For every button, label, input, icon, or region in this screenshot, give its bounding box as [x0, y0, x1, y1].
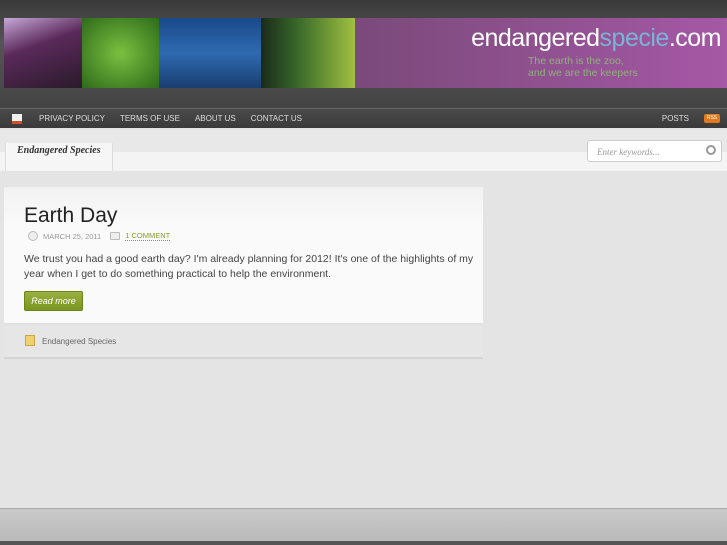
search-input[interactable]: Enter keywords... — [587, 140, 722, 162]
header: endangeredspecie.com The earth is the zo… — [0, 0, 727, 108]
post-title[interactable]: Earth Day — [24, 204, 117, 228]
post-footer: Endangered Species — [4, 326, 483, 359]
read-more-button[interactable]: Read more — [24, 291, 83, 311]
clock-icon — [28, 231, 38, 241]
rss-icon[interactable]: RSS — [704, 114, 720, 123]
nav-posts[interactable]: POSTS — [662, 114, 689, 123]
post-meta: MARCH 25, 2011 1 COMMENT — [28, 231, 171, 241]
nav-privacy-policy[interactable]: PRIVACY POLICY — [39, 114, 105, 123]
cassowary-image — [261, 18, 355, 88]
folder-icon — [25, 335, 35, 346]
page-footer — [0, 508, 727, 545]
nav-contact-us[interactable]: CONTACT US — [251, 114, 302, 123]
banner[interactable]: endangeredspecie.com The earth is the zo… — [4, 18, 727, 88]
tab-endangered-species[interactable]: Endangered Species — [5, 143, 113, 171]
search-icon[interactable] — [706, 145, 716, 155]
post-excerpt: We trust you had a good earth day? I'm a… — [24, 253, 474, 280]
nav-about-us[interactable]: ABOUT US — [195, 114, 236, 123]
site-logo[interactable]: endangeredspecie.com — [471, 24, 721, 53]
home-icon[interactable] — [12, 113, 22, 124]
post-card: Earth Day MARCH 25, 2011 1 COMMENT We tr… — [4, 187, 483, 324]
sub-bar: Endangered Species Enter keywords... — [0, 130, 727, 171]
comments-link[interactable]: 1 COMMENT — [125, 231, 171, 241]
comment-icon — [110, 232, 121, 240]
forest-image — [82, 18, 159, 88]
category-link[interactable]: Endangered Species — [42, 337, 116, 346]
brand-area: endangeredspecie.com The earth is the zo… — [355, 18, 727, 88]
nav-terms-of-use[interactable]: TERMS OF USE — [120, 114, 180, 123]
tagline: The earth is the zoo, and we are the keep… — [528, 55, 638, 79]
post-date: MARCH 25, 2011 — [43, 231, 102, 241]
main-nav: PRIVACY POLICY TERMS OF USE ABOUT US CON… — [0, 108, 727, 128]
whale-image — [159, 18, 261, 88]
tree-image — [4, 18, 82, 88]
